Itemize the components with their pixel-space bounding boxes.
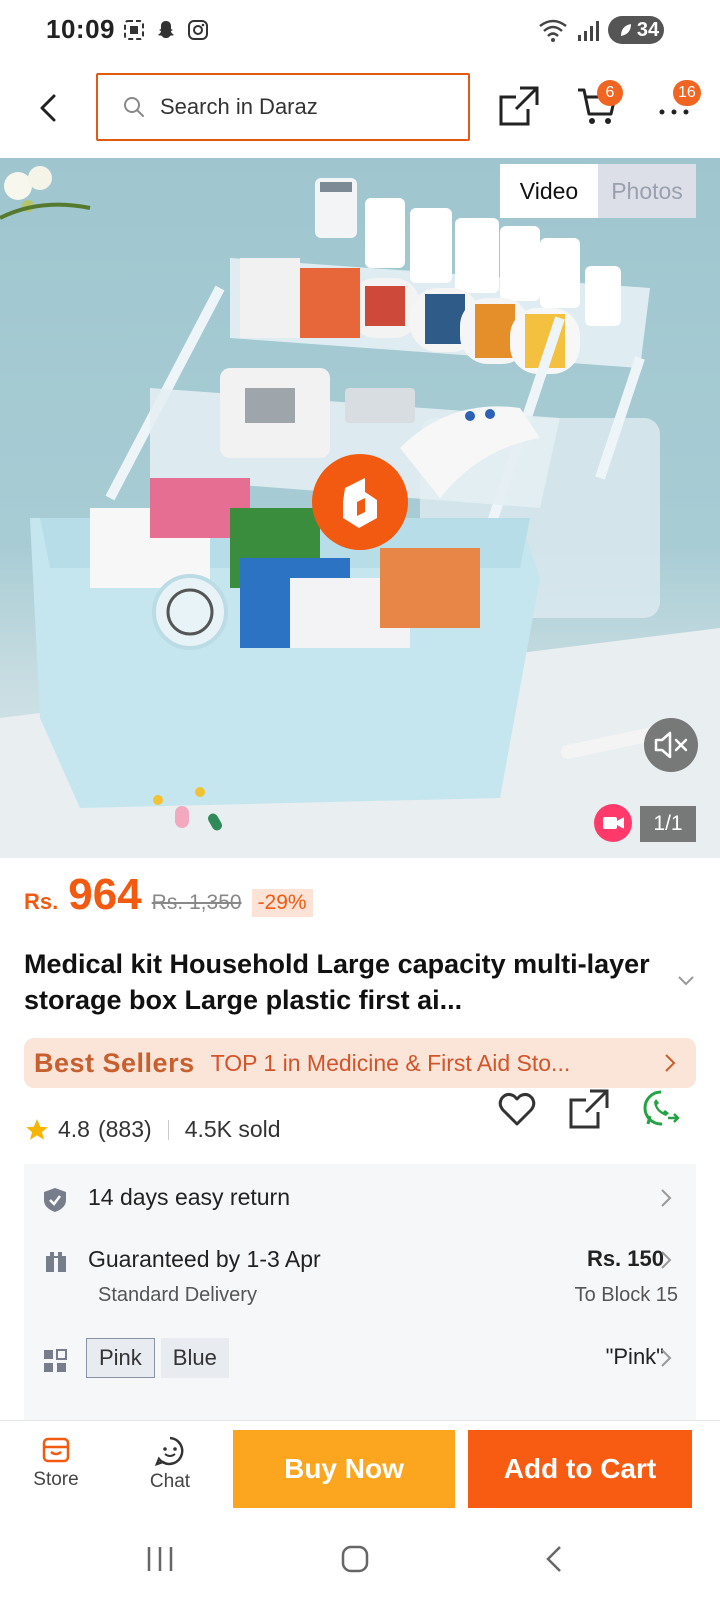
- whatsapp-share-icon[interactable]: [640, 1088, 682, 1130]
- delivery-info-panel: 14 days easy return Guaranteed by 1-3 Ap…: [24, 1164, 696, 1420]
- wifi-icon: [539, 19, 567, 42]
- chevron-right-icon: [661, 1251, 672, 1269]
- variant-options: Pink Blue: [86, 1338, 229, 1378]
- buy-now-button[interactable]: Buy Now: [233, 1430, 455, 1508]
- chat-label: Chat: [149, 1471, 191, 1492]
- return-policy-row[interactable]: 14 days easy return: [24, 1164, 696, 1234]
- product-media[interactable]: Video Photos 1/1: [0, 158, 720, 858]
- best-seller-label: Best Sellers: [34, 1047, 195, 1078]
- search-input[interactable]: Search in Daraz: [96, 73, 470, 141]
- recent-apps-icon[interactable]: [146, 1544, 174, 1574]
- back-arrow-icon[interactable]: [30, 88, 70, 128]
- variants-grid-icon: [44, 1349, 67, 1372]
- bottom-action-bar: Store Chat Buy Now Add to Cart: [0, 1420, 720, 1520]
- share-icon[interactable]: [568, 1088, 610, 1130]
- signal-icon: [578, 21, 599, 41]
- daraz-play-button[interactable]: [312, 454, 408, 550]
- variant-chip-pink[interactable]: Pink: [86, 1338, 155, 1378]
- search-icon: [124, 97, 144, 117]
- variant-chip-blue[interactable]: Blue: [160, 1338, 229, 1378]
- return-policy-text: 14 days easy return: [88, 1184, 291, 1210]
- speaker-muted-icon: [654, 731, 688, 759]
- home-icon[interactable]: [340, 1544, 370, 1574]
- divider: [167, 1119, 169, 1140]
- delivery-location: To Block 15: [574, 1284, 678, 1306]
- cart-count-badge: 6: [597, 80, 623, 106]
- rating-row[interactable]: 4.8 (883) 4.5K sold: [24, 1116, 281, 1143]
- notification-count-badge: 16: [673, 80, 701, 106]
- price-currency: Rs.: [24, 889, 59, 914]
- product-title[interactable]: Medical kit Household Large capacity mul…: [24, 946, 664, 1018]
- add-to-cart-button[interactable]: Add to Cart: [468, 1430, 692, 1508]
- discount-badge: -29%: [251, 889, 313, 917]
- store-icon: [42, 1437, 70, 1463]
- status-system-icons: [538, 18, 600, 44]
- search-placeholder: Search in Daraz: [160, 94, 318, 119]
- battery-indicator: 34: [608, 16, 664, 44]
- chat-button[interactable]: Chat: [130, 1429, 210, 1493]
- battery-level: 34: [636, 18, 660, 41]
- shield-check-icon: [44, 1188, 66, 1212]
- chevron-down-icon[interactable]: [676, 974, 696, 988]
- original-price: Rs. 1,350: [151, 891, 242, 914]
- best-seller-banner[interactable]: Best Sellers TOP 1 in Medicine & First A…: [24, 1038, 696, 1088]
- battery-saver-icon: [620, 24, 631, 36]
- instagram-icon: [188, 20, 208, 40]
- media-tabs: Video Photos: [500, 164, 696, 218]
- media-counter: 1/1: [640, 806, 696, 842]
- delivery-row[interactable]: Guaranteed by 1-3 Apr Standard Delivery …: [24, 1234, 696, 1314]
- top-navigation: Search in Daraz 6 16: [0, 62, 720, 158]
- status-bar: 10:09 34: [0, 0, 720, 62]
- status-time: 10:09: [46, 14, 115, 44]
- delivery-price: Rs. 150: [586, 1246, 664, 1271]
- selected-variant: "Pink": [605, 1344, 664, 1369]
- chevron-right-icon: [661, 1349, 672, 1367]
- review-count: (883): [97, 1116, 152, 1142]
- delivery-method: Standard Delivery: [98, 1284, 257, 1306]
- video-indicator: [594, 804, 632, 842]
- chevron-right-icon: [665, 1054, 676, 1072]
- share-icon[interactable]: [498, 85, 540, 127]
- daraz-logo-icon: [343, 478, 377, 528]
- store-button[interactable]: Store: [16, 1429, 96, 1491]
- store-label: Store: [33, 1469, 79, 1490]
- status-notification-icons: [122, 18, 210, 42]
- delivery-guarantee: Guaranteed by 1-3 Apr: [88, 1246, 321, 1272]
- delivery-box-icon: [46, 1252, 66, 1272]
- tab-photos[interactable]: Photos: [598, 164, 696, 218]
- system-navigation-bar: [0, 1520, 720, 1600]
- screenshot-icon: [124, 20, 144, 40]
- mute-button[interactable]: [644, 718, 698, 772]
- snapchat-icon: [158, 21, 174, 38]
- variant-row[interactable]: Pink Blue "Pink": [24, 1324, 696, 1394]
- price-row: Rs. 964 Rs. 1,350 -29%: [24, 870, 313, 920]
- heart-icon[interactable]: [496, 1088, 538, 1130]
- chat-icon: [154, 1436, 184, 1467]
- rating-value: 4.8: [58, 1116, 90, 1142]
- chevron-right-icon: [661, 1189, 672, 1207]
- best-seller-rank: TOP 1 in Medicine & First Aid Sto...: [210, 1049, 571, 1076]
- sold-count: 4.5K sold: [184, 1116, 281, 1142]
- video-camera-icon: [603, 817, 624, 829]
- star-icon: [26, 1118, 48, 1140]
- current-price: 964: [68, 870, 142, 919]
- back-icon[interactable]: [542, 1544, 566, 1574]
- tab-video[interactable]: Video: [500, 164, 598, 218]
